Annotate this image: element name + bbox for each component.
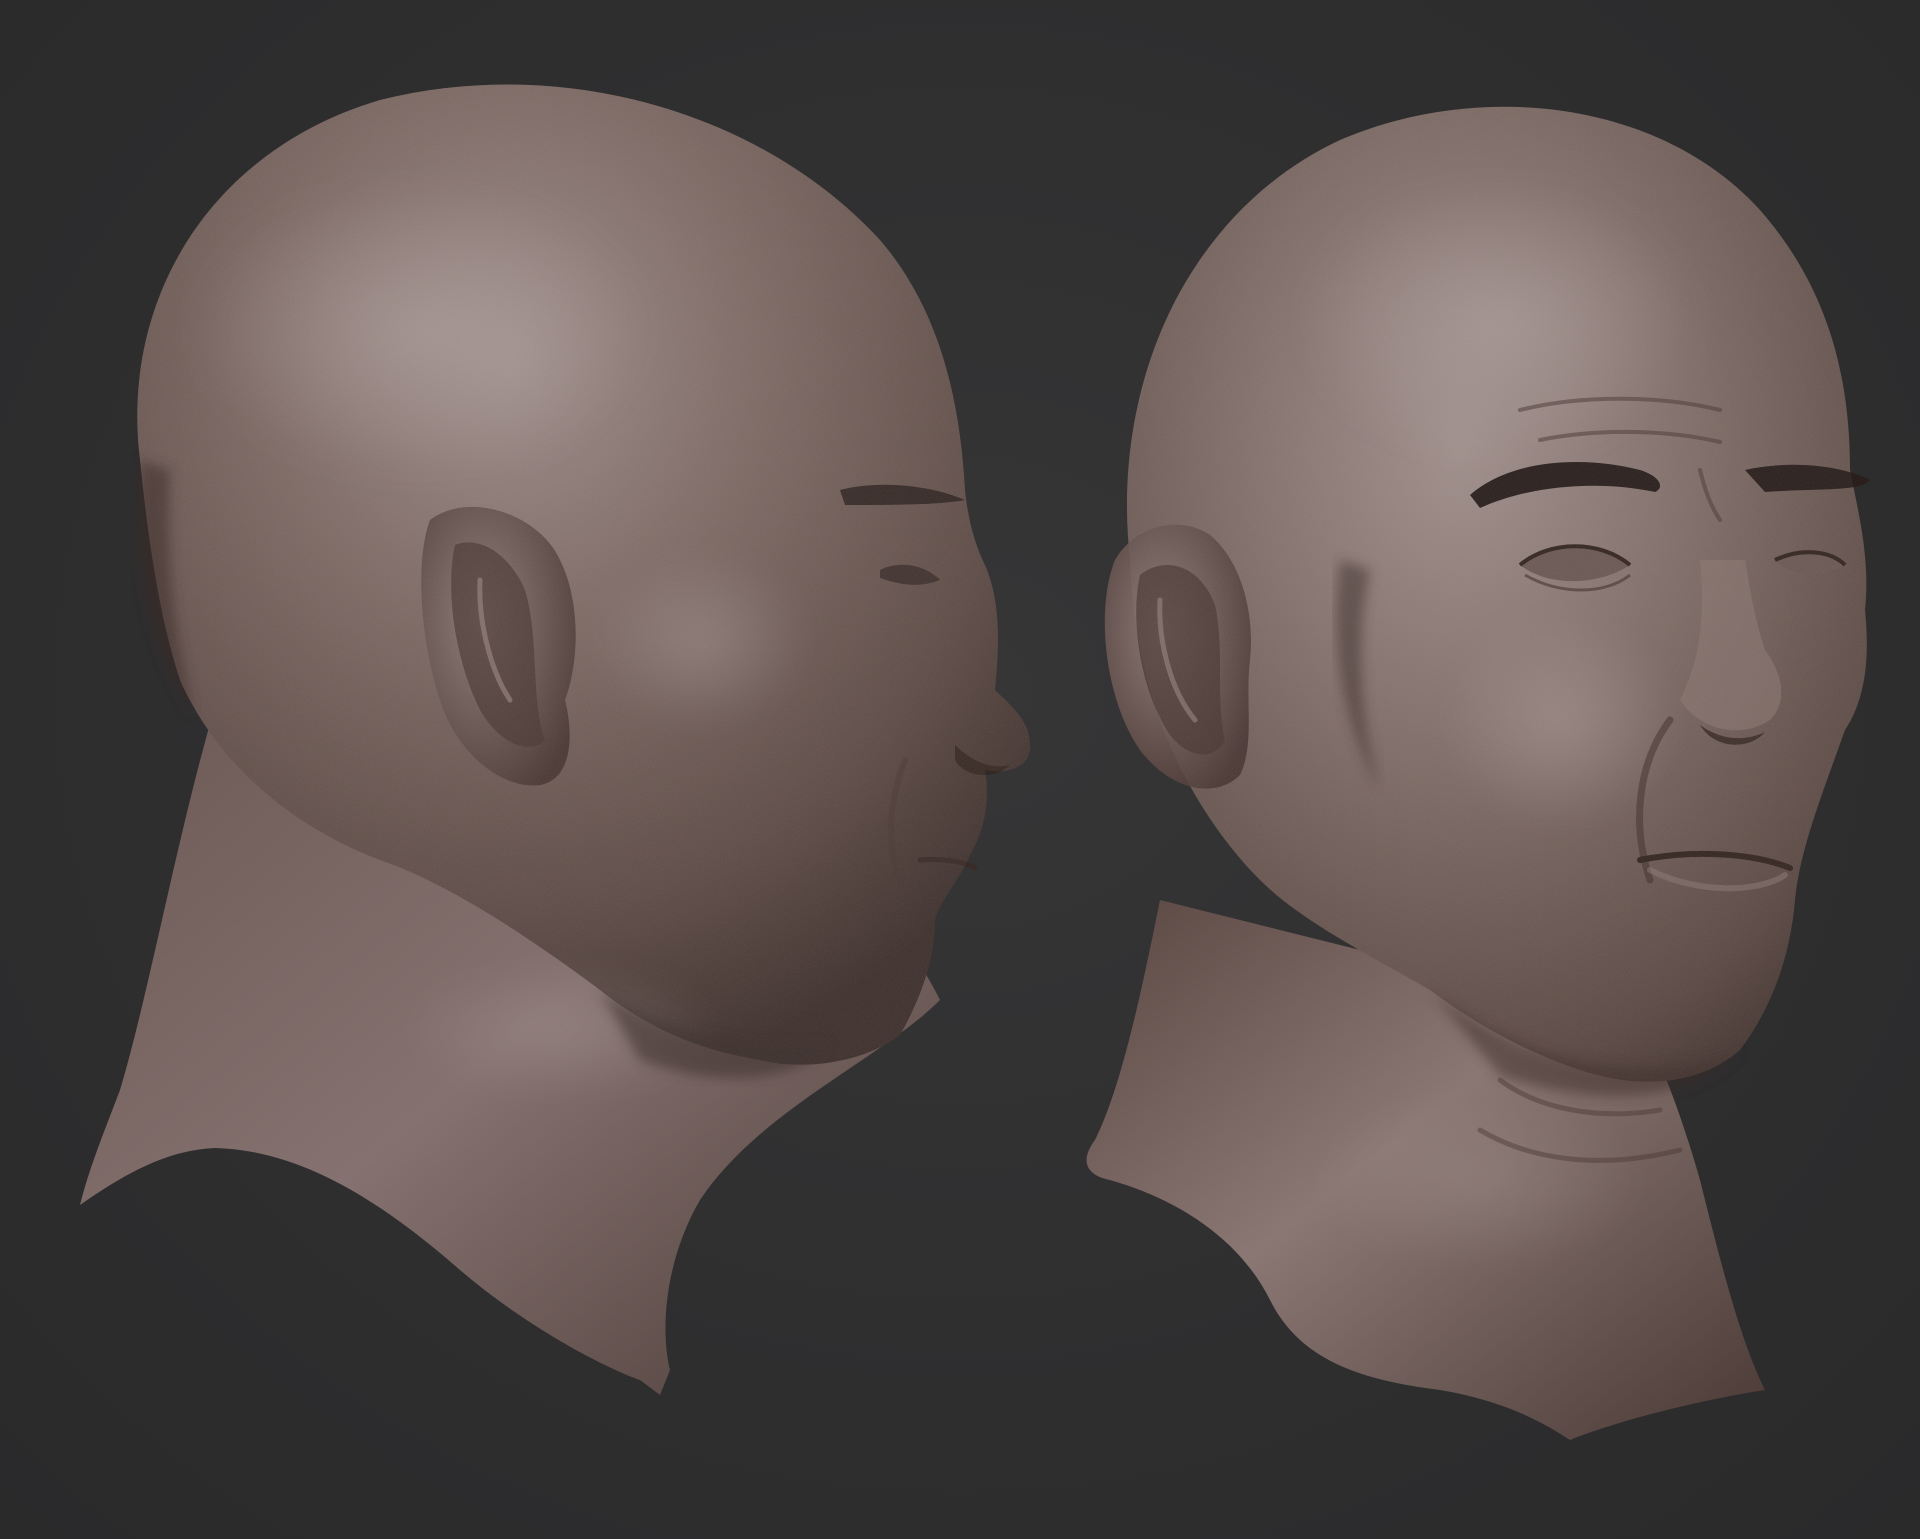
sculpt-render — [80, 84, 1870, 1440]
render-viewport — [0, 0, 1920, 1539]
profile-head-sculpt — [80, 84, 1031, 1395]
three-quarter-neck-highlight — [1310, 1090, 1650, 1270]
three-quarter-head-sculpt — [1086, 106, 1870, 1440]
